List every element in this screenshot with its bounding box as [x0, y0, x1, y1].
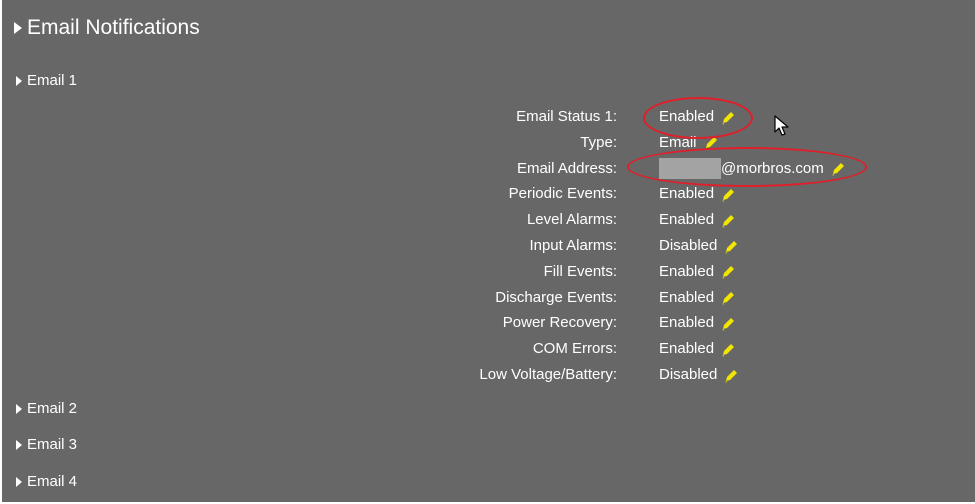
section-header-email-notifications[interactable]: Email Notifications	[14, 15, 200, 41]
email-3-toggle[interactable]: Email 3	[16, 436, 77, 454]
setting-row-low-voltage-battery: Low Voltage/Battery: Disabled	[2, 362, 975, 387]
mouse-cursor-icon	[774, 115, 789, 136]
setting-label: Low Voltage/Battery:	[479, 366, 617, 383]
pencil-icon[interactable]	[720, 263, 736, 279]
setting-label: Input Alarms:	[529, 237, 617, 254]
setting-value-text: Disabled	[659, 366, 718, 383]
pencil-icon[interactable]	[830, 160, 846, 176]
caret-right-icon	[16, 440, 22, 450]
setting-value-fill-events[interactable]: Enabled	[659, 259, 736, 284]
email-1-toggle[interactable]: Email 1	[16, 72, 77, 90]
setting-value-periodic-events[interactable]: Enabled	[659, 181, 736, 206]
setting-value-level-alarms[interactable]: Enabled	[659, 207, 736, 232]
setting-value-text: @morbros.com	[721, 159, 824, 177]
pencil-icon[interactable]	[723, 367, 739, 383]
setting-value-type[interactable]: Email	[659, 130, 719, 155]
email-4-title: Email 4	[27, 473, 78, 490]
redacted-block	[659, 157, 721, 179]
setting-value-power-recovery[interactable]: Enabled	[659, 310, 736, 335]
setting-label: Periodic Events:	[508, 185, 617, 203]
setting-label: Level Alarms:	[526, 211, 617, 229]
setting-row-input-alarms: Input Alarms: Disabled	[2, 233, 975, 258]
setting-label: Email Address:	[516, 159, 617, 177]
section-title: Email Notifications	[27, 16, 200, 39]
setting-row-type: Type: Email	[2, 130, 975, 155]
setting-row-email-address: Email Address: @morbros.com	[2, 156, 975, 181]
setting-value-text: Disabled	[659, 237, 718, 254]
setting-row-power-recovery: Power Recovery: Enabled	[2, 310, 975, 335]
setting-value-com-errors[interactable]: Enabled	[659, 336, 736, 361]
setting-label: Discharge Events:	[495, 288, 617, 306]
setting-label: COM Errors:	[532, 340, 617, 358]
email-notifications-panel: Email Notifications Email 1 Email Status…	[2, 0, 975, 502]
setting-value-email-status-1[interactable]: Enabled	[659, 104, 736, 129]
pencil-icon[interactable]	[720, 341, 736, 357]
setting-row-periodic-events: Periodic Events: Enabled	[2, 181, 975, 206]
pencil-icon[interactable]	[720, 186, 736, 202]
setting-value-text: Enabled	[659, 185, 715, 203]
setting-value-text: Enabled	[659, 262, 715, 280]
caret-right-icon	[16, 477, 22, 487]
pencil-icon[interactable]	[720, 289, 736, 305]
email-2-toggle[interactable]: Email 2	[16, 400, 77, 418]
setting-value-text: Enabled	[659, 211, 715, 229]
setting-value-low-voltage-battery[interactable]: Disabled	[659, 362, 739, 387]
setting-label: Email Status 1:	[516, 108, 617, 125]
setting-value-discharge-events[interactable]: Enabled	[659, 285, 736, 310]
email-1-title: Email 1	[27, 72, 78, 89]
pencil-icon[interactable]	[723, 238, 739, 254]
setting-row-discharge-events: Discharge Events: Enabled	[2, 285, 975, 310]
caret-right-icon	[16, 404, 22, 414]
caret-right-icon	[14, 22, 22, 34]
setting-label: Fill Events:	[543, 262, 617, 280]
setting-value-text: Email	[659, 133, 697, 151]
pencil-icon[interactable]	[703, 134, 719, 150]
email-3-title: Email 3	[27, 436, 78, 453]
setting-row-email-status-1: Email Status 1: Enabled	[2, 104, 975, 129]
setting-value-text: Enabled	[659, 108, 715, 125]
setting-label: Power Recovery:	[502, 314, 617, 332]
setting-value-text: Enabled	[659, 340, 715, 358]
email-4-toggle[interactable]: Email 4	[16, 473, 77, 491]
setting-row-level-alarms: Level Alarms: Enabled	[2, 207, 975, 232]
setting-value-email-address[interactable]: @morbros.com	[659, 156, 846, 181]
setting-value-text: Enabled	[659, 314, 715, 332]
setting-label: Type:	[580, 133, 617, 151]
setting-row-fill-events: Fill Events: Enabled	[2, 259, 975, 284]
pencil-icon[interactable]	[720, 212, 736, 228]
setting-value-text: Enabled	[659, 288, 715, 306]
setting-value-input-alarms[interactable]: Disabled	[659, 233, 739, 258]
pencil-icon[interactable]	[720, 315, 736, 331]
caret-right-icon	[16, 76, 22, 86]
setting-row-com-errors: COM Errors: Enabled	[2, 336, 975, 361]
email-2-title: Email 2	[27, 400, 78, 417]
pencil-icon[interactable]	[720, 109, 736, 125]
